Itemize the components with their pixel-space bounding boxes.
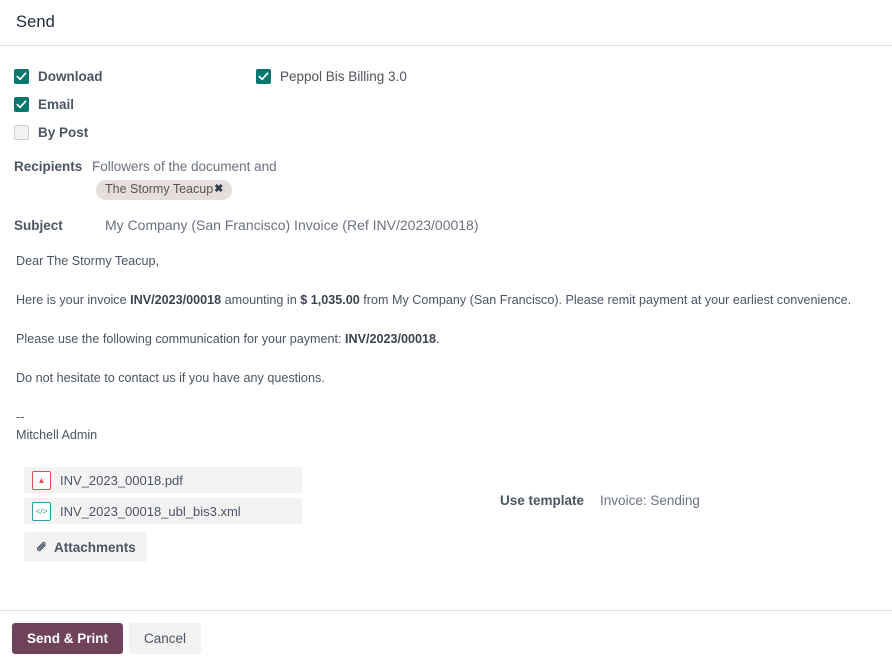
add-attachments-label: Attachments xyxy=(54,540,136,555)
pdf-file-icon: ▲ xyxy=(32,471,51,490)
option-by-post[interactable]: By Post xyxy=(14,118,878,146)
page-title: Send xyxy=(16,13,55,32)
checkbox-download[interactable] xyxy=(14,69,29,84)
paperclip-icon xyxy=(35,541,48,554)
dialog-header: Send xyxy=(0,0,892,46)
mail-body-editor[interactable]: Dear The Stormy Teacup, Here is your inv… xyxy=(14,254,878,443)
recipients-label: Recipients xyxy=(14,158,92,174)
mail-invoice-ref: INV/2023/00018 xyxy=(130,293,221,307)
mail-greeting: Dear The Stormy Teacup, xyxy=(16,254,878,269)
close-icon[interactable]: ✖ xyxy=(214,182,223,197)
send-dialog: Send Download Email By Post xyxy=(0,0,892,666)
recipients-value[interactable]: Followers of the document and The Stormy… xyxy=(92,158,277,200)
mail-line2-part-b: amounting in xyxy=(221,293,300,307)
option-label-download: Download xyxy=(38,69,103,84)
option-label-email: Email xyxy=(38,97,74,112)
recipient-tag-label: The Stormy Teacup xyxy=(105,182,213,197)
option-email[interactable]: Email xyxy=(14,90,878,118)
mail-line2-part-a: Here is your invoice xyxy=(16,293,130,307)
option-label-peppol-bis-billing: Peppol Bis Billing 3.0 xyxy=(280,69,407,84)
attachment-name: INV_2023_00018.pdf xyxy=(60,473,183,488)
mail-signature-separator: -- xyxy=(16,410,878,425)
checkbox-peppol-bis-billing[interactable] xyxy=(256,69,271,84)
use-template-select[interactable]: Invoice: Sending xyxy=(600,493,700,508)
checkbox-email[interactable] xyxy=(14,97,29,112)
mail-paragraph-invoice: Here is your invoice INV/2023/00018 amou… xyxy=(16,293,878,308)
checkbox-by-post[interactable] xyxy=(14,125,29,140)
recipient-tag[interactable]: The Stormy Teacup ✖ xyxy=(96,180,232,200)
recipient-tag-list: The Stormy Teacup ✖ xyxy=(92,180,277,200)
mail-line2-part-c: from My Company (San Francisco). Please … xyxy=(360,293,851,307)
mail-paragraph-contact: Do not hesitate to contact us if you hav… xyxy=(16,371,878,386)
dialog-footer: Send & Print Cancel xyxy=(0,610,892,666)
mail-line3-part-a: Please use the following communication f… xyxy=(16,332,345,346)
attachment-name: INV_2023_00018_ubl_bis3.xml xyxy=(60,504,241,519)
use-template-row: Use template Invoice: Sending xyxy=(500,493,700,508)
send-options-group: Download Email By Post Peppol Bis Billin… xyxy=(14,62,878,146)
attachments-section: ▲ INV_2023_00018.pdf </> INV_2023_00018_… xyxy=(14,467,878,562)
cancel-button[interactable]: Cancel xyxy=(129,623,201,654)
mail-line3-part-b: . xyxy=(436,332,440,346)
subject-label: Subject xyxy=(14,217,92,233)
add-attachments-button[interactable]: Attachments xyxy=(24,532,147,562)
subject-input[interactable]: My Company (San Francisco) Invoice (Ref … xyxy=(92,217,479,233)
option-peppol-bis-billing[interactable]: Peppol Bis Billing 3.0 xyxy=(256,62,407,90)
dialog-body: Download Email By Post Peppol Bis Billin… xyxy=(0,46,892,610)
use-template-label: Use template xyxy=(500,493,584,508)
option-label-by-post: By Post xyxy=(38,125,88,140)
attachment-item-xml[interactable]: </> INV_2023_00018_ubl_bis3.xml xyxy=(24,498,302,524)
mail-invoice-amount: $ 1,035.00 xyxy=(300,293,360,307)
followers-text: Followers of the document and xyxy=(92,158,277,176)
mail-paragraph-communication: Please use the following communication f… xyxy=(16,332,878,347)
send-and-print-button[interactable]: Send & Print xyxy=(12,623,123,654)
mail-signature-name: Mitchell Admin xyxy=(16,428,878,443)
xml-file-icon: </> xyxy=(32,502,51,521)
option-download[interactable]: Download xyxy=(14,62,878,90)
subject-row: Subject My Company (San Francisco) Invoi… xyxy=(14,217,878,233)
attachment-item-pdf[interactable]: ▲ INV_2023_00018.pdf xyxy=(24,467,302,493)
recipients-row: Recipients Followers of the document and… xyxy=(14,158,878,200)
mail-communication-ref: INV/2023/00018 xyxy=(345,332,436,346)
